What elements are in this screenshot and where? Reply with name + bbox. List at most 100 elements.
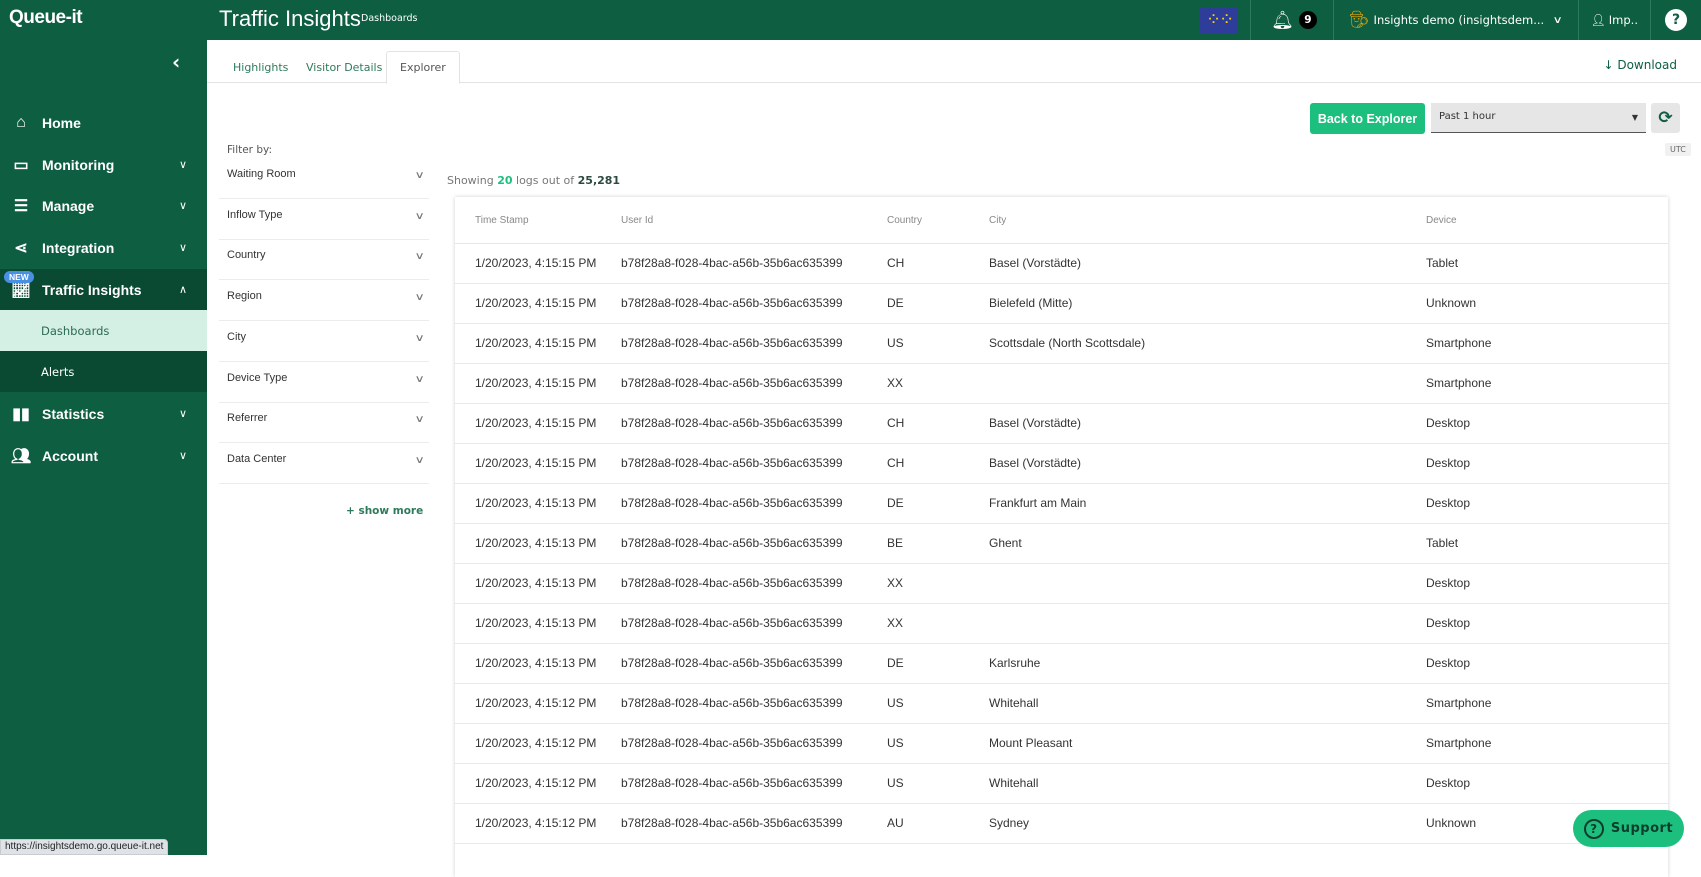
cell-user-id: b78f28a8-f028-4bac-a56b-35b6ac635399 (621, 256, 843, 270)
help-button[interactable]: ? (1650, 0, 1701, 40)
cell-city: Whitehall (989, 776, 1039, 790)
chevron-down-icon: ∨ (414, 210, 425, 222)
table-row[interactable]: 1/20/2023, 4:15:12 PM b78f28a8-f028-4bac-… (455, 684, 1668, 724)
filter-waiting-room[interactable]: Waiting Room ∨ (219, 158, 429, 199)
impersonate-label: Imp.. (1608, 13, 1638, 27)
chevron-down-icon: ∨ (178, 450, 187, 462)
sidebar-item-label: Monitoring (42, 156, 115, 173)
sidebar-item-label: Statistics (42, 405, 105, 422)
region-selector[interactable]: ⁘⁘ (1188, 0, 1250, 40)
column-header-time-stamp[interactable]: Time Stamp (475, 215, 529, 226)
chevron-down-icon: ∨ (1552, 14, 1564, 26)
sidebar-item-manage[interactable]: ☰ Manage ∨ (0, 185, 207, 226)
spy-icon: 🕵︎ (1347, 10, 1370, 30)
tab-explorer[interactable]: Explorer (386, 51, 460, 84)
chevron-down-icon: ∨ (178, 200, 187, 212)
table-row[interactable]: 1/20/2023, 4:15:15 PM b78f28a8-f028-4bac-… (455, 284, 1668, 324)
sidebar-item-statistics[interactable]: ▮▮ Statistics ∨ (0, 393, 207, 434)
cell-device: Desktop (1426, 496, 1471, 510)
queue-it-logo[interactable]: Queue-it (9, 7, 83, 29)
filter-label: Device Type (227, 371, 288, 384)
table-row[interactable]: 1/20/2023, 4:15:12 PM b78f28a8-f028-4bac-… (455, 764, 1668, 804)
bell-icon: 🔔︎ (1271, 9, 1294, 31)
table-row[interactable]: 1/20/2023, 4:15:15 PM b78f28a8-f028-4bac-… (455, 364, 1668, 404)
table-row[interactable]: 1/20/2023, 4:15:13 PM b78f28a8-f028-4bac-… (455, 644, 1668, 684)
cell-device: Desktop (1426, 616, 1471, 630)
table-row[interactable]: 1/20/2023, 4:15:13 PM b78f28a8-f028-4bac-… (455, 564, 1668, 604)
refresh-button[interactable]: ⟳ (1651, 103, 1680, 133)
download-button[interactable]: ↓ Download (1603, 58, 1677, 72)
filter-referrer[interactable]: Referrer ∨ (219, 402, 429, 444)
sidebar-item-home[interactable]: ⌂ Home (0, 102, 207, 143)
cell-country: XX (887, 576, 904, 590)
sidebar: ‹ ⌂ Home ▭ Monitoring ∨ ☰ Manage ∨ ⋖ Int… (0, 40, 207, 855)
cell-device: Tablet (1426, 256, 1459, 270)
table-row[interactable]: 1/20/2023, 4:15:15 PM b78f28a8-f028-4bac-… (455, 244, 1668, 284)
cell-user-id: b78f28a8-f028-4bac-a56b-35b6ac635399 (621, 736, 843, 750)
logs-table: Time Stamp User Id Country City Device 1… (455, 197, 1668, 877)
sidebar-item-integration[interactable]: ⋖ Integration ∨ (0, 227, 207, 268)
cell-user-id: b78f28a8-f028-4bac-a56b-35b6ac635399 (621, 696, 843, 710)
cell-country: US (887, 696, 904, 710)
tab-highlights[interactable]: Highlights (220, 51, 301, 84)
table-row[interactable]: 1/20/2023, 4:15:13 PM b78f28a8-f028-4bac-… (455, 524, 1668, 564)
sidebar-item-traffic-insights[interactable]: NEW 📈︎ Traffic Insights ∧ (0, 269, 207, 310)
column-header-city[interactable]: City (989, 215, 1006, 226)
notifications-button[interactable]: 🔔︎ 9 (1250, 0, 1333, 40)
filter-country[interactable]: Country ∨ (219, 239, 429, 281)
filter-label: Waiting Room (227, 168, 296, 180)
time-range-value: Past 1 hour (1439, 111, 1496, 122)
new-badge: NEW (4, 271, 34, 283)
show-more-link[interactable]: + show more (346, 505, 423, 517)
cell-time-stamp: 1/20/2023, 4:15:13 PM (475, 576, 597, 590)
chevron-down-icon: ∨ (178, 159, 187, 171)
table-row[interactable]: 1/20/2023, 4:15:13 PM b78f28a8-f028-4bac-… (455, 604, 1668, 644)
cell-device: Desktop (1426, 576, 1471, 590)
cell-country: CH (887, 416, 905, 430)
cell-time-stamp: 1/20/2023, 4:15:13 PM (475, 616, 597, 630)
filter-data-center[interactable]: Data Center ∨ (219, 443, 429, 484)
time-range-select[interactable]: Past 1 hour ▼ (1431, 103, 1646, 133)
cell-country: DE (887, 496, 904, 510)
tab-bar: Highlights Visitor Details Explorer ↓ Do… (207, 40, 1701, 84)
help-icon: ? (1665, 9, 1687, 31)
column-header-user-id[interactable]: User Id (621, 215, 653, 226)
support-button[interactable]: ? Support (1573, 810, 1684, 847)
table-header: Time Stamp User Id Country City Device (455, 197, 1668, 244)
filter-device-type[interactable]: Device Type ∨ (219, 362, 429, 403)
cell-device: Desktop (1426, 416, 1471, 430)
cell-device: Smartphone (1426, 336, 1492, 350)
sidebar-item-monitoring[interactable]: ▭ Monitoring ∨ (0, 144, 207, 185)
cell-user-id: b78f28a8-f028-4bac-a56b-35b6ac635399 (621, 576, 843, 590)
back-to-explorer-button[interactable]: Back to Explorer (1310, 103, 1425, 134)
filter-city[interactable]: City ∨ (219, 321, 429, 362)
column-header-country[interactable]: Country (887, 215, 922, 226)
sidebar-item-account[interactable]: 👥︎ Account ∨ (0, 435, 207, 476)
filter-label: Inflow Type (227, 208, 283, 221)
impersonate-button[interactable]: 👤︎ Imp.. (1577, 0, 1650, 40)
collapse-sidebar-icon[interactable]: ‹ (172, 50, 180, 74)
sidebar-subitem-alerts[interactable]: Alerts (0, 351, 207, 392)
cell-country: US (887, 776, 904, 790)
cell-city: Mount Pleasant (989, 736, 1073, 750)
account-selector[interactable]: 🕵︎ Insights demo (insightsdem... ∨ (1332, 0, 1578, 40)
refresh-icon: ⟳ (1658, 108, 1673, 128)
timezone-badge: UTC (1665, 143, 1691, 156)
table-row[interactable]: 1/20/2023, 4:15:12 PM b78f28a8-f028-4bac-… (455, 804, 1668, 844)
table-row[interactable]: 1/20/2023, 4:15:13 PM b78f28a8-f028-4bac-… (455, 484, 1668, 524)
column-header-device[interactable]: Device (1426, 215, 1457, 226)
cell-time-stamp: 1/20/2023, 4:15:13 PM (475, 496, 597, 510)
table-row[interactable]: 1/20/2023, 4:15:15 PM b78f28a8-f028-4bac-… (455, 444, 1668, 484)
cell-time-stamp: 1/20/2023, 4:15:13 PM (475, 656, 597, 670)
table-row[interactable]: 1/20/2023, 4:15:15 PM b78f28a8-f028-4bac-… (455, 324, 1668, 364)
tab-visitor-details[interactable]: Visitor Details (293, 51, 395, 84)
sidebar-subitem-dashboards[interactable]: Dashboards (0, 310, 207, 351)
filter-region[interactable]: Region ∨ (219, 280, 429, 322)
table-row[interactable]: 1/20/2023, 4:15:12 PM b78f28a8-f028-4bac-… (455, 724, 1668, 764)
cell-country: US (887, 336, 904, 350)
cell-country: DE (887, 296, 904, 310)
table-row[interactable]: 1/20/2023, 4:15:15 PM b78f28a8-f028-4bac-… (455, 404, 1668, 444)
total-count: 25,281 (577, 174, 621, 187)
cell-user-id: b78f28a8-f028-4bac-a56b-35b6ac635399 (621, 416, 843, 430)
filter-inflow-type[interactable]: Inflow Type ∨ (219, 199, 429, 240)
